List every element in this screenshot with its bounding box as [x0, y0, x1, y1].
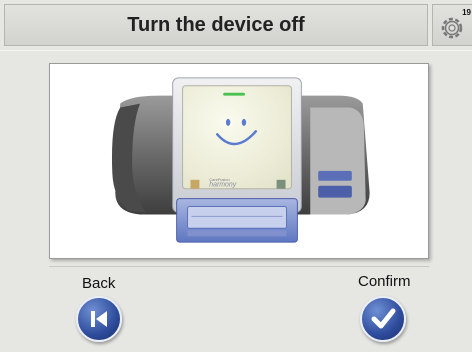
device-image: CareFusion harmony [111, 77, 370, 243]
settings-button[interactable]: 19 [432, 4, 472, 46]
checkmark-icon [371, 308, 396, 329]
brand-text: harmony [209, 182, 236, 189]
page-title: Turn the device off [127, 13, 305, 36]
confirm-label: Confirm [358, 273, 411, 290]
skip-back-icon [91, 311, 107, 327]
title-bar: Turn the device off [4, 4, 428, 46]
footer-divider [49, 266, 429, 267]
back-label: Back [82, 275, 116, 292]
gear-icon [441, 17, 463, 39]
header-divider [0, 50, 472, 51]
device-illustration: CareFusion harmony [49, 63, 429, 259]
confirm-button[interactable] [360, 296, 406, 342]
back-button[interactable] [76, 296, 122, 342]
